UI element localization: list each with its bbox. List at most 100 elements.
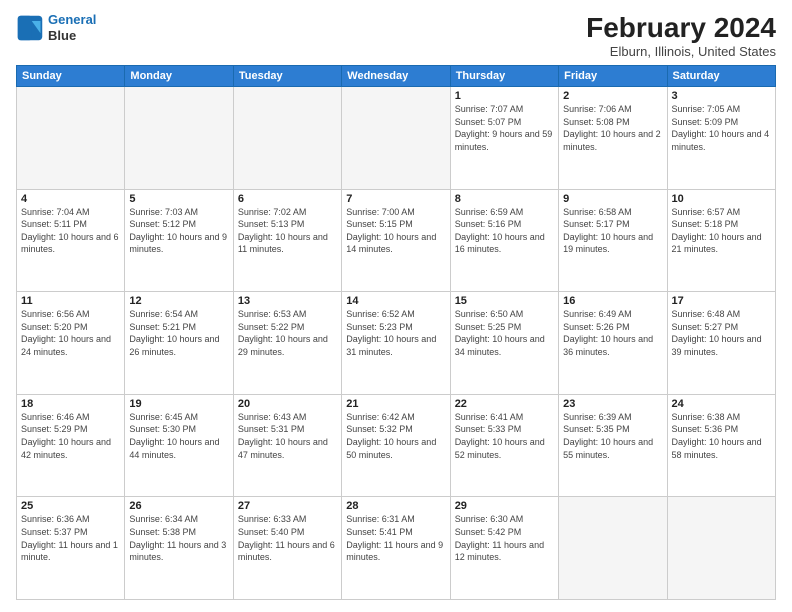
day-info: Sunrise: 6:59 AM Sunset: 5:16 PM Dayligh… (455, 206, 554, 256)
day-number: 17 (672, 295, 771, 307)
day-number: 13 (238, 295, 337, 307)
calendar-cell: 7Sunrise: 7:00 AM Sunset: 5:15 PM Daylig… (342, 189, 450, 292)
weekday-header: Saturday (667, 66, 775, 87)
day-number: 28 (346, 500, 445, 512)
day-number: 22 (455, 398, 554, 410)
calendar-cell: 19Sunrise: 6:45 AM Sunset: 5:30 PM Dayli… (125, 394, 233, 497)
weekday-header: Thursday (450, 66, 558, 87)
day-number: 20 (238, 398, 337, 410)
calendar-cell: 15Sunrise: 6:50 AM Sunset: 5:25 PM Dayli… (450, 292, 558, 395)
day-number: 21 (346, 398, 445, 410)
calendar-cell: 18Sunrise: 6:46 AM Sunset: 5:29 PM Dayli… (17, 394, 125, 497)
day-info: Sunrise: 6:43 AM Sunset: 5:31 PM Dayligh… (238, 411, 337, 461)
day-number: 7 (346, 193, 445, 205)
day-info: Sunrise: 6:41 AM Sunset: 5:33 PM Dayligh… (455, 411, 554, 461)
day-number: 15 (455, 295, 554, 307)
calendar-cell: 16Sunrise: 6:49 AM Sunset: 5:26 PM Dayli… (559, 292, 667, 395)
header: General Blue February 2024 Elburn, Illin… (16, 12, 776, 59)
day-info: Sunrise: 7:02 AM Sunset: 5:13 PM Dayligh… (238, 206, 337, 256)
weekday-header: Tuesday (233, 66, 341, 87)
calendar-cell: 3Sunrise: 7:05 AM Sunset: 5:09 PM Daylig… (667, 87, 775, 190)
day-number: 26 (129, 500, 228, 512)
calendar-cell: 17Sunrise: 6:48 AM Sunset: 5:27 PM Dayli… (667, 292, 775, 395)
day-info: Sunrise: 6:46 AM Sunset: 5:29 PM Dayligh… (21, 411, 120, 461)
weekday-header: Sunday (17, 66, 125, 87)
day-number: 12 (129, 295, 228, 307)
day-info: Sunrise: 6:45 AM Sunset: 5:30 PM Dayligh… (129, 411, 228, 461)
day-info: Sunrise: 7:04 AM Sunset: 5:11 PM Dayligh… (21, 206, 120, 256)
day-number: 24 (672, 398, 771, 410)
calendar-week-row: 11Sunrise: 6:56 AM Sunset: 5:20 PM Dayli… (17, 292, 776, 395)
day-info: Sunrise: 6:58 AM Sunset: 5:17 PM Dayligh… (563, 206, 662, 256)
calendar-cell: 6Sunrise: 7:02 AM Sunset: 5:13 PM Daylig… (233, 189, 341, 292)
calendar-week-row: 4Sunrise: 7:04 AM Sunset: 5:11 PM Daylig… (17, 189, 776, 292)
calendar-cell: 23Sunrise: 6:39 AM Sunset: 5:35 PM Dayli… (559, 394, 667, 497)
page: General Blue February 2024 Elburn, Illin… (0, 0, 792, 612)
calendar-week-row: 1Sunrise: 7:07 AM Sunset: 5:07 PM Daylig… (17, 87, 776, 190)
logo-icon (16, 14, 44, 42)
day-number: 1 (455, 90, 554, 102)
title-block: February 2024 Elburn, Illinois, United S… (586, 12, 776, 59)
day-number: 9 (563, 193, 662, 205)
day-number: 10 (672, 193, 771, 205)
day-info: Sunrise: 6:53 AM Sunset: 5:22 PM Dayligh… (238, 308, 337, 358)
day-info: Sunrise: 6:56 AM Sunset: 5:20 PM Dayligh… (21, 308, 120, 358)
day-info: Sunrise: 6:57 AM Sunset: 5:18 PM Dayligh… (672, 206, 771, 256)
day-number: 11 (21, 295, 120, 307)
calendar-cell: 29Sunrise: 6:30 AM Sunset: 5:42 PM Dayli… (450, 497, 558, 600)
calendar-cell: 13Sunrise: 6:53 AM Sunset: 5:22 PM Dayli… (233, 292, 341, 395)
day-number: 23 (563, 398, 662, 410)
day-info: Sunrise: 6:39 AM Sunset: 5:35 PM Dayligh… (563, 411, 662, 461)
calendar-cell: 5Sunrise: 7:03 AM Sunset: 5:12 PM Daylig… (125, 189, 233, 292)
day-info: Sunrise: 6:33 AM Sunset: 5:40 PM Dayligh… (238, 513, 337, 563)
day-number: 8 (455, 193, 554, 205)
calendar-cell: 1Sunrise: 7:07 AM Sunset: 5:07 PM Daylig… (450, 87, 558, 190)
logo: General Blue (16, 12, 96, 43)
calendar-cell (233, 87, 341, 190)
day-info: Sunrise: 6:38 AM Sunset: 5:36 PM Dayligh… (672, 411, 771, 461)
main-title: February 2024 (586, 12, 776, 44)
calendar-cell (125, 87, 233, 190)
day-number: 5 (129, 193, 228, 205)
calendar-cell: 4Sunrise: 7:04 AM Sunset: 5:11 PM Daylig… (17, 189, 125, 292)
calendar: SundayMondayTuesdayWednesdayThursdayFrid… (16, 65, 776, 600)
calendar-header-row: SundayMondayTuesdayWednesdayThursdayFrid… (17, 66, 776, 87)
logo-text: General Blue (48, 12, 96, 43)
day-info: Sunrise: 6:54 AM Sunset: 5:21 PM Dayligh… (129, 308, 228, 358)
calendar-cell: 8Sunrise: 6:59 AM Sunset: 5:16 PM Daylig… (450, 189, 558, 292)
weekday-header: Monday (125, 66, 233, 87)
day-number: 2 (563, 90, 662, 102)
day-info: Sunrise: 6:34 AM Sunset: 5:38 PM Dayligh… (129, 513, 228, 563)
calendar-cell: 26Sunrise: 6:34 AM Sunset: 5:38 PM Dayli… (125, 497, 233, 600)
calendar-cell: 10Sunrise: 6:57 AM Sunset: 5:18 PM Dayli… (667, 189, 775, 292)
day-number: 16 (563, 295, 662, 307)
day-info: Sunrise: 7:07 AM Sunset: 5:07 PM Dayligh… (455, 103, 554, 153)
weekday-header: Friday (559, 66, 667, 87)
calendar-cell: 28Sunrise: 6:31 AM Sunset: 5:41 PM Dayli… (342, 497, 450, 600)
calendar-cell: 20Sunrise: 6:43 AM Sunset: 5:31 PM Dayli… (233, 394, 341, 497)
day-number: 18 (21, 398, 120, 410)
day-number: 27 (238, 500, 337, 512)
day-info: Sunrise: 6:50 AM Sunset: 5:25 PM Dayligh… (455, 308, 554, 358)
day-number: 4 (21, 193, 120, 205)
calendar-cell: 27Sunrise: 6:33 AM Sunset: 5:40 PM Dayli… (233, 497, 341, 600)
day-info: Sunrise: 6:31 AM Sunset: 5:41 PM Dayligh… (346, 513, 445, 563)
calendar-cell: 9Sunrise: 6:58 AM Sunset: 5:17 PM Daylig… (559, 189, 667, 292)
calendar-cell: 11Sunrise: 6:56 AM Sunset: 5:20 PM Dayli… (17, 292, 125, 395)
day-info: Sunrise: 6:36 AM Sunset: 5:37 PM Dayligh… (21, 513, 120, 563)
day-info: Sunrise: 6:48 AM Sunset: 5:27 PM Dayligh… (672, 308, 771, 358)
calendar-cell (17, 87, 125, 190)
calendar-cell (559, 497, 667, 600)
calendar-cell: 25Sunrise: 6:36 AM Sunset: 5:37 PM Dayli… (17, 497, 125, 600)
day-number: 14 (346, 295, 445, 307)
calendar-cell (342, 87, 450, 190)
day-info: Sunrise: 7:00 AM Sunset: 5:15 PM Dayligh… (346, 206, 445, 256)
day-info: Sunrise: 6:49 AM Sunset: 5:26 PM Dayligh… (563, 308, 662, 358)
calendar-week-row: 18Sunrise: 6:46 AM Sunset: 5:29 PM Dayli… (17, 394, 776, 497)
calendar-cell: 12Sunrise: 6:54 AM Sunset: 5:21 PM Dayli… (125, 292, 233, 395)
calendar-cell: 24Sunrise: 6:38 AM Sunset: 5:36 PM Dayli… (667, 394, 775, 497)
day-number: 25 (21, 500, 120, 512)
calendar-cell: 2Sunrise: 7:06 AM Sunset: 5:08 PM Daylig… (559, 87, 667, 190)
calendar-week-row: 25Sunrise: 6:36 AM Sunset: 5:37 PM Dayli… (17, 497, 776, 600)
weekday-header: Wednesday (342, 66, 450, 87)
